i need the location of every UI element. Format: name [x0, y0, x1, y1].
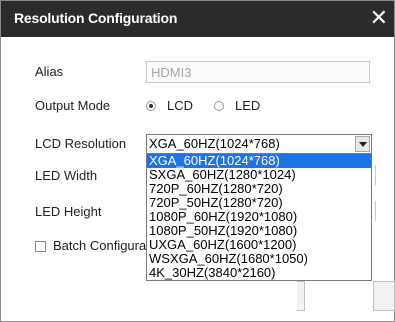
- led-height-label: LED Height: [35, 204, 102, 219]
- dropdown-option[interactable]: 720P_60HZ(1280*720): [147, 182, 371, 196]
- select-value: XGA_60HZ(1024*768): [149, 136, 280, 151]
- dropdown-option[interactable]: 720P_50HZ(1280*720): [147, 196, 371, 210]
- led-width-input-edge[interactable]: [373, 165, 376, 185]
- alias-input[interactable]: [146, 61, 370, 83]
- dropdown-option[interactable]: 1080P_60HZ(1920*1080): [147, 210, 371, 224]
- output-mode-label: Output Mode: [35, 98, 111, 113]
- lcd-radio-label: LCD: [167, 98, 194, 113]
- lcd-resolution-label: LCD Resolution: [35, 136, 127, 151]
- lcd-radio[interactable]: [146, 101, 156, 111]
- led-width-label: LED Width: [35, 168, 98, 183]
- led-radio[interactable]: [214, 101, 224, 111]
- dropdown-option[interactable]: 1080P_50HZ(1920*1080): [147, 224, 371, 238]
- chevron-down-icon[interactable]: [355, 136, 370, 152]
- dropdown-option[interactable]: 4K_30HZ(3840*2160): [147, 266, 371, 280]
- batch-config-checkbox[interactable]: [35, 241, 46, 252]
- dropdown-option[interactable]: XGA_60HZ(1024*768): [147, 154, 371, 168]
- ok-button-edge[interactable]: [297, 281, 305, 311]
- resolution-config-dialog: Resolution Configuration ✕ Alias Output …: [0, 0, 395, 322]
- lcd-resolution-select[interactable]: XGA_60HZ(1024*768): [146, 134, 372, 154]
- led-height-input-edge[interactable]: [373, 201, 376, 221]
- title-bar: Resolution Configuration ✕: [1, 1, 394, 37]
- cancel-button-edge[interactable]: [373, 281, 395, 311]
- dropdown-option[interactable]: WSXGA_60HZ(1680*1050): [147, 252, 371, 266]
- resolution-dropdown-list[interactable]: XGA_60HZ(1024*768) SXGA_60HZ(1280*1024) …: [146, 153, 372, 281]
- dropdown-option[interactable]: UXGA_60HZ(1600*1200): [147, 238, 371, 252]
- alias-label: Alias: [35, 64, 64, 79]
- dialog-title: Resolution Configuration: [14, 10, 178, 26]
- batch-config-label: Batch Configura: [53, 238, 147, 253]
- close-icon[interactable]: ✕: [370, 5, 388, 31]
- led-radio-label: LED: [235, 98, 261, 113]
- dropdown-option[interactable]: SXGA_60HZ(1280*1024): [147, 168, 371, 182]
